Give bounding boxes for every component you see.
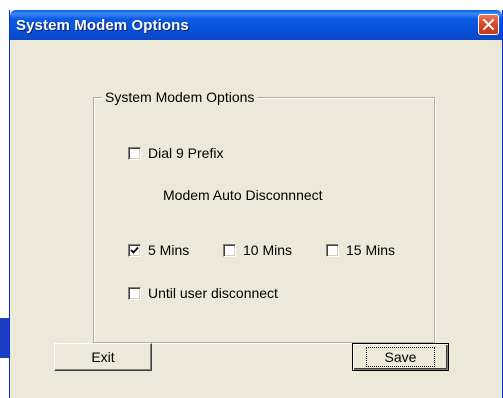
- checkbox-label: 5 Mins: [148, 242, 190, 258]
- until-user-disconnect-checkbox[interactable]: Until user disconnect: [128, 285, 278, 301]
- title-bar[interactable]: System Modem Options: [10, 10, 502, 40]
- dialog-client-area: System Modem Options Dial 9 Prefix Modem…: [10, 40, 502, 398]
- checkbox-box[interactable]: [128, 146, 141, 160]
- auto-disconnect-heading: Modem Auto Disconnnect: [163, 187, 323, 203]
- close-icon: [483, 19, 494, 30]
- checkbox-box[interactable]: [326, 243, 339, 257]
- interval-5-mins-checkbox[interactable]: 5 Mins: [128, 242, 189, 258]
- checkbox-label: Dial 9 Prefix: [148, 145, 224, 161]
- checkbox-box[interactable]: [128, 243, 141, 257]
- checkbox-label: Until user disconnect: [148, 285, 278, 301]
- checkbox-label: 15 Mins: [346, 242, 396, 258]
- window-title: System Modem Options: [16, 17, 189, 34]
- checkbox-box[interactable]: [128, 286, 141, 300]
- group-legend: System Modem Options: [102, 89, 258, 105]
- dial-9-prefix-checkbox[interactable]: Dial 9 Prefix: [128, 145, 223, 161]
- check-mark-icon: [130, 246, 139, 254]
- checkbox-box[interactable]: [223, 243, 236, 257]
- checkbox-label: 10 Mins: [243, 242, 293, 258]
- modem-options-group: System Modem Options Dial 9 Prefix Modem…: [93, 89, 435, 343]
- interval-15-mins-checkbox[interactable]: 15 Mins: [326, 242, 395, 258]
- save-button-label: Save: [365, 347, 436, 367]
- exit-button-label: Exit: [91, 349, 115, 365]
- exit-button[interactable]: Exit: [54, 343, 152, 371]
- close-button[interactable]: [478, 14, 499, 35]
- dialog-window: System Modem Options System Modem Option…: [9, 10, 503, 398]
- interval-10-mins-checkbox[interactable]: 10 Mins: [223, 242, 292, 258]
- save-button[interactable]: Save: [352, 343, 449, 371]
- background-window-edge: [0, 318, 9, 358]
